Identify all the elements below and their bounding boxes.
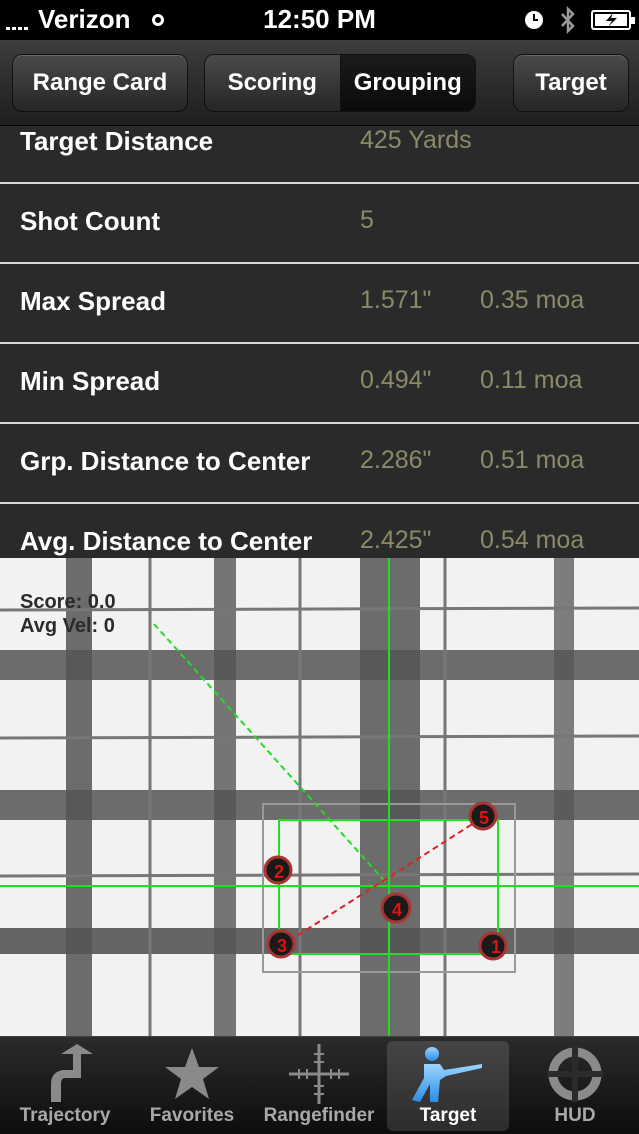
row-value: 2.286" (360, 446, 432, 474)
tab-rangefinder[interactable]: Rangefinder (258, 1041, 380, 1131)
score-text: Score: 0.0 (20, 591, 116, 613)
tab-bar: Trajectory Favorites Rangefinder Target … (0, 1036, 639, 1134)
score-readout: Score: 0.0 Avg Vel: 0 (20, 590, 116, 638)
bluetooth-icon (561, 6, 575, 34)
back-button-label: Range Card (32, 69, 168, 96)
shot-label-3: 3 (277, 936, 287, 956)
target-image[interactable]: 1 2 3 4 5 Score: 0.0 Avg Vel: 0 (0, 558, 639, 1036)
row-label: Shot Count (20, 206, 161, 236)
row-label: Min Spread (20, 366, 161, 396)
shot-label-4: 4 (392, 900, 402, 920)
tab-label: Target (419, 1105, 477, 1126)
status-bar: Verizon 12:50 PM (0, 0, 639, 40)
row-moa: 0.51 moa (480, 446, 585, 474)
shot-label-2: 2 (274, 862, 284, 882)
tab-trajectory[interactable]: Trajectory (4, 1041, 126, 1131)
star-icon (165, 1048, 219, 1099)
segment-scoring[interactable]: Scoring (205, 55, 340, 111)
status-icons (523, 6, 635, 34)
target-button[interactable]: Target (513, 54, 629, 112)
row-value: 0.494" (360, 366, 432, 394)
row-value: 1.571" (360, 286, 432, 314)
row-moa: 0.11 moa (480, 366, 583, 394)
table-row: Avg. Distance to Center 2.425" 0.54 moa (0, 504, 639, 558)
tab-favorites[interactable]: Favorites (131, 1041, 253, 1131)
tab-label: Favorites (149, 1105, 235, 1126)
table-row: Target Distance 425 Yards (0, 126, 639, 184)
range-card-back-button[interactable]: Range Card (12, 54, 188, 112)
battery-icon (591, 10, 635, 30)
hud-icon (547, 1046, 603, 1102)
row-label: Avg. Distance to Center (20, 526, 313, 556)
tab-target[interactable]: Target (387, 1041, 509, 1131)
tab-label: Rangefinder (263, 1105, 375, 1126)
row-value: 425 Yards (360, 126, 472, 154)
table-row: Grp. Distance to Center 2.286" 0.51 moa (0, 424, 639, 504)
navigation-bar: Range Card Scoring Grouping Target (0, 40, 639, 126)
row-moa: 0.35 moa (480, 286, 585, 314)
tab-label: Trajectory (19, 1105, 111, 1126)
avg-vel-text: Avg Vel: 0 (20, 615, 115, 637)
row-label: Grp. Distance to Center (20, 446, 311, 476)
trajectory-icon (51, 1044, 93, 1102)
row-label: Target Distance (20, 126, 214, 156)
alarm-clock-icon (525, 11, 543, 29)
table-row: Min Spread 0.494" 0.11 moa (0, 344, 639, 424)
row-moa: 0.54 moa (480, 526, 585, 554)
scoring-grouping-segmented-control: Scoring Grouping (204, 54, 476, 112)
segment-grouping[interactable]: Grouping (339, 55, 475, 111)
tab-label: HUD (554, 1105, 596, 1126)
group-stats-table[interactable]: Target Distance 425 Yards Shot Count 5 M… (0, 126, 639, 558)
row-value: 5 (360, 206, 374, 234)
table-row: Shot Count 5 (0, 184, 639, 264)
shot-label-1: 1 (491, 937, 501, 957)
row-value: 2.425" (360, 526, 432, 554)
row-label: Max Spread (20, 286, 166, 316)
shot-label-5: 5 (479, 808, 489, 828)
tab-hud[interactable]: HUD (514, 1041, 636, 1131)
target-button-label: Target (535, 69, 607, 96)
shooter-icon (412, 1047, 482, 1102)
crosshair-icon (289, 1044, 349, 1104)
table-row: Max Spread 1.571" 0.35 moa (0, 264, 639, 344)
